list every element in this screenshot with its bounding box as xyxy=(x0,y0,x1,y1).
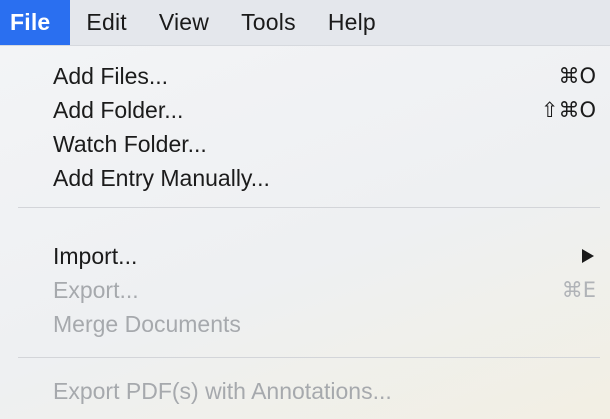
menu-item-label: Watch Folder... xyxy=(53,130,207,157)
menu-item-export: Export... ⌘E xyxy=(53,273,602,307)
menu-separator xyxy=(18,207,600,208)
menu-item-add-files[interactable]: Add Files... ⌘O xyxy=(53,59,602,93)
menu-item-label: Add Entry Manually... xyxy=(53,164,270,191)
menu-item-export-pdf-annotations: Export PDF(s) with Annotations... xyxy=(53,374,602,408)
file-menu-dropdown: Add Files... ⌘O Add Folder... ⇧⌘O Watch … xyxy=(0,46,610,419)
menu-item-shortcut: ⌘E xyxy=(561,278,596,302)
menu-item-watch-folder[interactable]: Watch Folder... xyxy=(53,127,602,161)
menu-item-label: Import... xyxy=(53,242,138,269)
submenu-arrow-icon xyxy=(582,249,594,263)
menu-item-label: Export... xyxy=(53,276,139,303)
menu-item-label: Add Files... xyxy=(53,62,169,89)
menu-item-shortcut: ⌘O xyxy=(558,64,596,88)
menu-view[interactable]: View xyxy=(143,0,225,45)
menu-file[interactable]: File xyxy=(0,0,71,45)
menu-bar: File Edit View Tools Help xyxy=(0,0,610,46)
menu-item-label: Merge Documents xyxy=(53,310,241,337)
menu-item-add-folder[interactable]: Add Folder... ⇧⌘O xyxy=(53,93,602,127)
menu-item-merge-documents: Merge Documents xyxy=(53,307,602,341)
menu-item-add-entry-manually[interactable]: Add Entry Manually... xyxy=(53,161,602,195)
menu-help[interactable]: Help xyxy=(312,0,392,45)
menu-separator xyxy=(18,357,600,358)
menu-item-label: Export PDF(s) with Annotations... xyxy=(53,377,392,404)
menu-item-import[interactable]: Import... xyxy=(53,239,602,273)
menu-item-label: Add Folder... xyxy=(53,96,184,123)
menu-edit[interactable]: Edit xyxy=(70,0,142,45)
menu-item-shortcut: ⇧⌘O xyxy=(540,98,596,122)
menu-tools[interactable]: Tools xyxy=(225,0,312,45)
